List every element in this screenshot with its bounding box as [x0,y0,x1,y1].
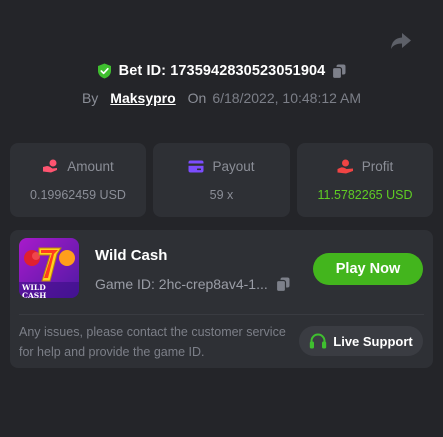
bet-id: Bet ID: 1735942830523051904 [118,63,326,79]
amount-stat: Amount 0.19962459 USD [10,143,146,217]
amount-value: 0.19962459 USD [30,188,126,202]
live-support-button[interactable]: Live Support [299,326,423,356]
game-thumbnail[interactable]: WILD CASH [19,238,79,298]
username-link[interactable]: Maksypro [110,90,175,106]
game-card: WILD CASH Wild Cash Game ID: 2hc-crep8av… [10,230,433,368]
game-id: Game ID: 2hc-crep8av4-1... [95,276,268,292]
support-help-text: Any issues, please contact the customer … [19,325,286,359]
verified-shield-icon [97,63,111,79]
payout-value: 59 x [209,188,234,202]
bet-date: 6/18/2022, 10:48:12 AM [212,90,362,106]
profit-stat: Profit 11.5782265 USD [297,143,433,217]
on-label: On [187,90,207,106]
amount-label: Amount [67,158,114,174]
card-icon [188,160,204,172]
game-thumbnail-text: WILD CASH [22,283,47,299]
share-button[interactable] [389,30,413,52]
live-support-label: Live Support [333,333,413,349]
divider [19,314,424,315]
copy-bet-id-button[interactable] [332,64,346,79]
game-name: Wild Cash [95,247,168,264]
copy-game-id-button[interactable] [275,277,290,292]
bet-author-row: By Maksypro On 6/18/2022, 10:48:12 AM [0,88,443,108]
profit-value: 11.5782265 USD [317,188,413,202]
payout-label: Payout [212,158,255,174]
payout-stat: Payout 59 x [153,143,290,217]
profit-label: Profit [361,158,394,174]
copy-icon [275,277,290,292]
headset-icon [310,332,327,348]
by-label: By [81,90,99,106]
share-icon [391,33,411,49]
hand-coin-icon [337,159,353,173]
game-id-row: Game ID: 2hc-crep8av4-1... [95,274,290,294]
coin-hand-icon [43,159,58,172]
copy-icon [332,64,346,79]
bet-id-row: Bet ID: 1735942830523051904 [0,60,443,82]
play-now-button[interactable]: Play Now [313,253,423,285]
